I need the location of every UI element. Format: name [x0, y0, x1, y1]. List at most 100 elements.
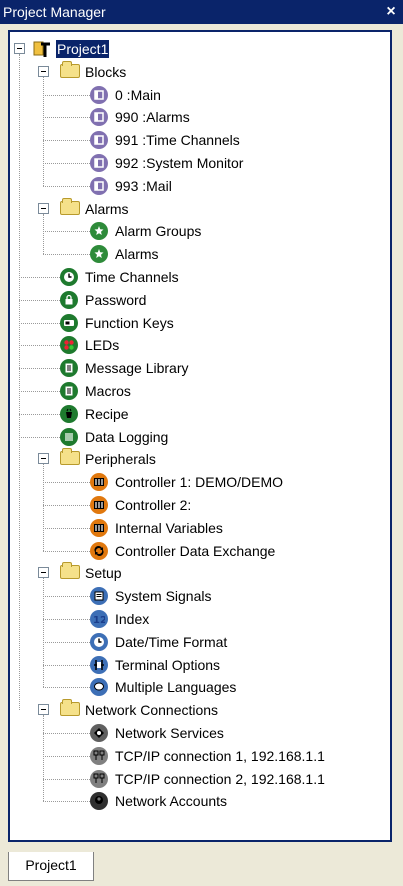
tree-connector — [43, 801, 90, 803]
tree-item[interactable]: Data Logging — [10, 426, 388, 448]
tree-connector — [43, 527, 90, 529]
project-icon — [32, 39, 52, 59]
tree-connector — [43, 778, 90, 780]
tree-item[interactable]: Function Keys — [10, 312, 388, 334]
expander-minus-icon[interactable] — [14, 43, 25, 54]
project-tree-panel: Project1 Blocks 0 :Main 990 :Alarms 991 :Tim… — [8, 30, 392, 842]
alarm-icon — [90, 245, 108, 264]
tree-item[interactable]: Password — [10, 289, 388, 311]
tree-connector — [19, 345, 60, 347]
tree-item[interactable]: System Signals — [10, 585, 388, 607]
tree-connector — [43, 596, 90, 598]
tree-item[interactable]: Alarms — [10, 243, 388, 265]
tree-item[interactable]: LEDs — [10, 334, 388, 356]
expander-minus-icon[interactable] — [38, 202, 49, 214]
tree-connector — [19, 277, 60, 278]
tree-item[interactable]: Alarm Groups — [10, 220, 388, 242]
tree-item-label: LEDs — [85, 337, 120, 354]
tree-item[interactable]: Controller 2: — [10, 494, 388, 516]
tree-item[interactable]: 993 :Mail — [10, 175, 388, 197]
tree-item-label: Message Library — [85, 360, 189, 377]
network-accounts-icon — [90, 792, 108, 811]
tree-item[interactable]: 990 :Alarms — [10, 106, 388, 128]
tree-item-label: TCP/IP connection 2, 192.168.1.1 — [115, 770, 325, 787]
tree-item[interactable]: Network Connections — [10, 699, 388, 721]
tree-connector — [19, 436, 60, 438]
tree-item-label: Function Keys — [85, 314, 174, 331]
tree-item[interactable]: Message Library — [10, 357, 388, 379]
tree-item[interactable]: Internal Variables — [10, 517, 388, 539]
tree-guide-line — [43, 76, 44, 186]
tree-connector — [43, 733, 90, 734]
clock-icon — [60, 268, 78, 286]
tree-item-label: Macros — [85, 383, 131, 399]
tree-item-label: 991 :Time Channels — [115, 132, 240, 149]
terminal-options-icon — [90, 655, 108, 674]
tree-connector — [43, 231, 90, 233]
tree-item[interactable]: Project1 — [10, 38, 388, 60]
folder-icon — [60, 699, 80, 717]
tree-item-label: 0 :Main — [115, 86, 161, 103]
expander-minus-icon[interactable] — [38, 453, 49, 465]
tree-item[interactable]: Date/Time Format — [10, 631, 388, 653]
tree-item[interactable]: Controller Data Exchange — [10, 540, 388, 562]
tree-item-label: Data Logging — [85, 428, 169, 445]
data-exchange-icon — [90, 541, 108, 560]
tree-connector — [43, 185, 90, 187]
tab-strip: Project1 — [8, 852, 392, 882]
tree-item-label: 990 :Alarms — [115, 109, 190, 126]
expander-minus-icon[interactable] — [38, 567, 49, 579]
tree-item[interactable]: Macros — [10, 380, 388, 402]
tree-item[interactable]: 0 :Main — [10, 84, 388, 106]
tree-connector — [43, 482, 90, 484]
tree-item-label: Controller 2: — [115, 497, 192, 513]
tree-connector — [43, 254, 90, 256]
tree-item[interactable]: Peripherals — [10, 448, 388, 470]
tree-item[interactable]: Terminal Options — [10, 654, 388, 676]
alarm-groups-icon — [90, 222, 108, 241]
tree-item-label: Multiple Languages — [115, 679, 237, 696]
controller-icon — [90, 473, 108, 492]
tree-item[interactable]: Controller 1: DEMO/DEMO — [10, 471, 388, 493]
tree-guide-line — [43, 715, 44, 802]
tree-item-label: Network Connections — [85, 702, 219, 719]
tree-item[interactable]: Alarms — [10, 197, 388, 220]
tree-item-label: Recipe — [85, 405, 129, 422]
close-icon[interactable]: × — [382, 3, 400, 21]
controller-icon — [90, 518, 108, 537]
tree-item-label: Project1 — [56, 40, 110, 58]
tree-connector — [43, 94, 90, 96]
tcpip-icon — [90, 769, 108, 788]
tab-project1[interactable]: Project1 — [8, 852, 94, 881]
tree-item[interactable]: TCP/IP connection 1, 192.168.1.1 — [10, 745, 388, 767]
tree-item-label: Alarms — [115, 246, 159, 263]
tree-item[interactable]: Blocks — [10, 60, 388, 83]
macros-icon — [60, 382, 78, 400]
tree-item[interactable]: 992 :System Monitor — [10, 152, 388, 174]
project-tree[interactable]: Project1 Blocks 0 :Main 990 :Alarms 991 :Tim… — [10, 32, 390, 840]
block-icon — [90, 131, 108, 150]
tree-item[interactable]: Network Accounts — [10, 790, 388, 812]
expander-minus-icon[interactable] — [38, 704, 49, 716]
tree-connector — [43, 505, 90, 506]
tree-connector — [19, 413, 60, 415]
tree-item[interactable]: Multiple Languages — [10, 676, 388, 698]
tree-item[interactable]: TCP/IP connection 2, 192.168.1.1 — [10, 768, 388, 790]
expander-minus-icon[interactable] — [38, 65, 49, 77]
tree-item-label: System Signals — [115, 588, 212, 605]
key-icon — [60, 313, 78, 332]
tree-connector — [43, 163, 90, 164]
tree-connector — [19, 322, 60, 324]
tree-item[interactable]: 12 Index — [10, 608, 388, 630]
tree-item[interactable]: Recipe — [10, 403, 388, 425]
tree-item[interactable]: Network Services — [10, 722, 388, 744]
leds-icon — [60, 336, 78, 355]
tree-item[interactable]: 991 :Time Channels — [10, 129, 388, 151]
tree-item[interactable]: Time Channels — [10, 266, 388, 288]
tree-item[interactable]: Setup — [10, 562, 388, 584]
tree-item-label: Index — [115, 611, 150, 627]
block-icon — [90, 176, 108, 195]
controller-icon — [90, 496, 108, 514]
tree-connector — [19, 391, 60, 392]
block-icon — [90, 154, 108, 172]
